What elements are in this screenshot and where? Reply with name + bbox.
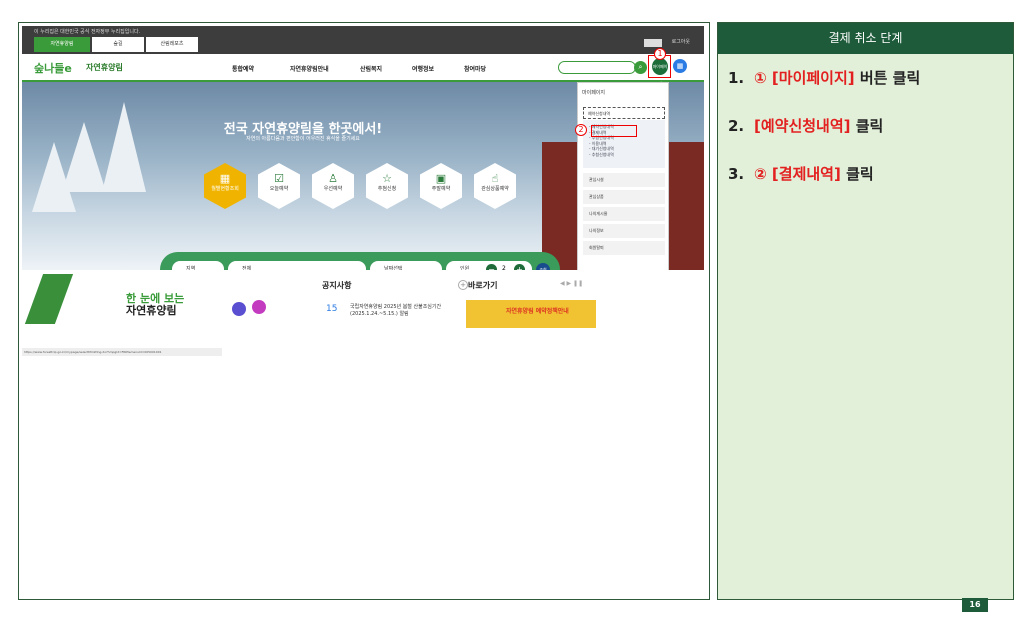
step-highlight: ② [결제내역] bbox=[754, 165, 841, 183]
menu-retreat-guide[interactable]: 자연휴양림안내 bbox=[290, 64, 329, 73]
search-input[interactable] bbox=[558, 61, 636, 74]
website-screenshot: 이 누리집은 대한민국 공식 전자정부 누리집입니다. 자연휴양림 숲길 산림레… bbox=[22, 26, 704, 356]
calendar-check-icon: ☑ bbox=[274, 172, 284, 185]
menu-participation[interactable]: 참여마당 bbox=[464, 64, 486, 73]
step-number: 3. bbox=[728, 165, 745, 183]
logout-link[interactable]: 로그아웃 bbox=[672, 38, 690, 45]
menu-travel-info[interactable]: 여행정보 bbox=[412, 64, 434, 73]
mypage-dropdown: 마이페이지 예약신청내역 - 예약신청내역 - 결제내역 - 추첨신청내역 - … bbox=[577, 82, 669, 290]
dropdown-favorite-facility[interactable]: 관심시설 bbox=[583, 173, 665, 187]
hex-favorite-booking[interactable]: ☝ 관심상품예약 bbox=[474, 163, 516, 209]
hex-label: 주말예약 bbox=[431, 186, 451, 192]
top-bar: 이 누리집은 대한민국 공식 전자정부 누리집입니다. 자연휴양림 숲길 산림레… bbox=[22, 26, 704, 54]
panel-title: 결제 취소 단계 bbox=[718, 23, 1013, 54]
screenshot-frame: 이 누리집은 대한민국 공식 전자정부 누리집입니다. 자연휴양림 숲길 산림레… bbox=[18, 22, 710, 600]
hex-priority-booking[interactable]: ♙ 우선예약 bbox=[312, 163, 354, 209]
dropdown-favorite-product[interactable]: 관심상품 bbox=[583, 190, 665, 204]
menu-integrated-booking[interactable]: 통합예약 bbox=[232, 64, 254, 73]
step-3: 3. ② [결제내역] 클릭 bbox=[728, 163, 874, 184]
dropdown-my-info[interactable]: 나의정보 bbox=[583, 224, 665, 238]
calendar-icon: ▣ bbox=[435, 172, 447, 185]
section-title-line2: 자연휴양림 bbox=[126, 304, 177, 317]
menu-forest-welfare[interactable]: 산림복지 bbox=[360, 64, 382, 73]
leaf-icon bbox=[24, 274, 74, 324]
hex-monthly-status[interactable]: ▦ 월별현황조회 bbox=[204, 163, 246, 209]
step-text: 버튼 클릭 bbox=[854, 69, 921, 87]
notice-more-icon[interactable]: + bbox=[458, 280, 468, 290]
quick-link-banner[interactable]: 자연휴양림 예약정책안내 bbox=[466, 300, 596, 328]
step-2: 2. [예약신청내역] 클릭 bbox=[728, 115, 883, 136]
submenu-lottery-2[interactable]: - 추첨신청내역 bbox=[589, 152, 665, 158]
hex-today-booking[interactable]: ☑ 오늘예약 bbox=[258, 163, 300, 209]
hand-icon: ☝ bbox=[491, 172, 499, 185]
marker-2: 2 bbox=[575, 124, 587, 136]
carousel-controls-icon[interactable]: ◀ ▶ ❚❚ bbox=[560, 280, 583, 287]
person-icon: ♙ bbox=[328, 172, 338, 185]
dropdown-withdraw[interactable]: 회원탈퇴 bbox=[583, 241, 665, 255]
step-number: 1. bbox=[728, 69, 745, 87]
gov-notice: 이 누리집은 대한민국 공식 전자정부 누리집입니다. bbox=[34, 29, 141, 35]
hex-weekend-booking[interactable]: ▣ 주말예약 bbox=[420, 163, 462, 209]
site-brand[interactable]: 자연휴양림 bbox=[86, 62, 123, 73]
reservation-history-menu[interactable]: 예약신청내역 bbox=[583, 107, 665, 119]
step-highlight: [예약신청내역] bbox=[754, 117, 851, 135]
hex-lottery[interactable]: ☆ 추첨신청 bbox=[366, 163, 408, 209]
search-icon[interactable]: ⌕ bbox=[634, 61, 647, 74]
map-circle bbox=[252, 300, 266, 314]
quick-links-title: 바로가기 bbox=[468, 281, 498, 290]
step-number: 2. bbox=[728, 117, 745, 135]
step-1: 1. ① [마이페이지] 버튼 클릭 bbox=[728, 67, 920, 88]
marker-1: 1 bbox=[654, 48, 666, 60]
content-section: 한 눈에 보는 자연휴양림 공지사항 + 15 국립자연휴양림 2025년 봄철… bbox=[22, 270, 704, 356]
notice-date: 15 bbox=[326, 304, 338, 314]
hex-label: 관심상품예약 bbox=[481, 186, 509, 192]
grid-menu-icon[interactable]: ▦ bbox=[673, 59, 687, 73]
notice-text[interactable]: 국립자연휴양림 2025년 봄철 산불조심기간(2025.1.24.~5.15.… bbox=[350, 304, 458, 318]
calendar-icon: ▦ bbox=[219, 172, 231, 185]
user-name-box bbox=[644, 39, 662, 47]
snow-tree-icon bbox=[32, 142, 76, 212]
page-number: 16 bbox=[962, 598, 988, 612]
map-circle bbox=[232, 302, 246, 316]
tab-forest-sports[interactable]: 산림레포츠 bbox=[146, 37, 198, 52]
main-nav: 숲나들e 자연휴양림 통합예약 자연휴양림안내 산림복지 여행정보 참여마당 ⌕… bbox=[22, 48, 704, 86]
tab-forest-retreat[interactable]: 자연휴양림 bbox=[34, 37, 90, 52]
site-logo[interactable]: 숲나들e bbox=[34, 60, 72, 76]
banner-text: 자연휴양림 예약정책안내 bbox=[506, 308, 569, 315]
step-text: 클릭 bbox=[850, 117, 884, 135]
dropdown-my-posts[interactable]: 나의게시물 bbox=[583, 207, 665, 221]
notice-title: 공지사항 bbox=[322, 281, 352, 290]
instruction-panel: 결제 취소 단계 1. ① [마이페이지] 버튼 클릭 2. [예약신청내역] 클릭… bbox=[717, 22, 1014, 600]
hex-label: 추첨신청 bbox=[377, 186, 397, 192]
status-url: https://www.foresttrip.go.kr/mypage/sele… bbox=[22, 348, 222, 356]
step-highlight: ① [마이페이지] bbox=[754, 69, 855, 87]
snow-tree-icon bbox=[102, 102, 146, 192]
hex-label: 우선예약 bbox=[323, 186, 343, 192]
hex-label: 월별현황조회 bbox=[211, 186, 239, 192]
highlight-box-payment bbox=[591, 125, 637, 137]
tab-forest-trail[interactable]: 숲길 bbox=[92, 37, 144, 52]
hex-label: 오늘예약 bbox=[269, 186, 289, 192]
dropdown-header: 마이페이지 bbox=[582, 90, 606, 96]
step-text: 클릭 bbox=[840, 165, 874, 183]
star-icon: ☆ bbox=[382, 172, 392, 185]
